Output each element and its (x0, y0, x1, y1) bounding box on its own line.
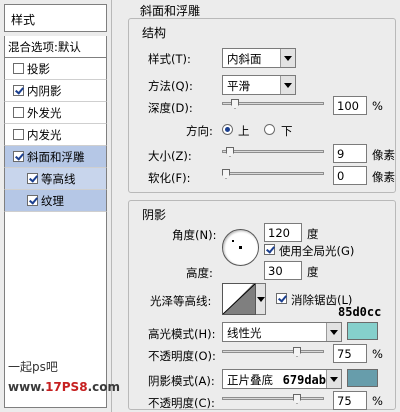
highlight-opacity-unit: % (372, 347, 383, 361)
shadow-opacity-unit: % (372, 394, 383, 408)
depth-slider[interactable] (222, 99, 324, 109)
shadow-color-hex: 679dab (282, 373, 327, 387)
soften-label: 软化(F): (148, 171, 191, 185)
style-item-outer-glow[interactable]: 外发光 (4, 102, 107, 124)
style-item-inner-glow[interactable]: 内发光 (4, 124, 107, 146)
soften-slider[interactable] (222, 169, 324, 179)
direction-down-label: 下 (281, 124, 293, 138)
style-item-label: 内发光 (27, 127, 62, 142)
direction-down-radio[interactable] (264, 124, 275, 135)
contour-checkbox[interactable] (27, 173, 38, 184)
highlight-color-swatch[interactable] (347, 322, 378, 340)
blending-options-item[interactable]: 混合选项:默认 (4, 36, 107, 58)
global-light-checkbox[interactable] (264, 244, 275, 255)
soften-input[interactable]: 0 (333, 166, 367, 185)
highlight-mode-label: 高光模式(H): (148, 327, 216, 341)
shadow-opacity-slider[interactable] (222, 394, 324, 404)
style-label: 样式(T): (148, 52, 191, 66)
depth-input[interactable]: 100 (333, 96, 367, 115)
styles-list-empty-area (4, 212, 107, 408)
gloss-contour-preview[interactable] (222, 283, 256, 315)
altitude-unit: 度 (307, 265, 319, 279)
angle-label: 角度(N): (172, 228, 217, 242)
style-select[interactable]: 内斜面 (222, 48, 296, 68)
highlight-mode-value: 线性光 (227, 326, 262, 340)
outer-glow-checkbox[interactable] (13, 107, 24, 118)
size-slider[interactable] (222, 147, 324, 157)
chevron-down-icon (326, 323, 341, 341)
style-item-label: 纹理 (41, 193, 64, 208)
slider-thumb[interactable] (293, 347, 301, 357)
depth-unit: % (372, 99, 383, 113)
highlight-color-hex: 85d0cc (338, 305, 382, 319)
shadow-opacity-input[interactable]: 75 (333, 391, 367, 410)
bevel-emboss-title: 斜面和浮雕 (140, 4, 201, 18)
styles-list-panel: 样式 混合选项:默认 投影 内阴影 外发光 内发光 斜面和浮雕 等高线 纹理 一… (0, 0, 120, 412)
style-item-bevel-emboss[interactable]: 斜面和浮雕 (4, 146, 107, 168)
style-item-contour[interactable]: 等高线 (4, 168, 107, 190)
soften-unit: 像素 (372, 170, 395, 184)
highlight-opacity-label: 不透明度(O): (148, 349, 216, 363)
slider-thumb[interactable] (293, 394, 301, 404)
depth-label: 深度(D): (148, 101, 193, 115)
slider-track (222, 172, 324, 175)
direction-label: 方向: (186, 124, 213, 138)
contour-curve-icon (222, 283, 256, 315)
altitude-label: 高度: (186, 266, 213, 280)
watermark-text: 一起ps吧 (8, 360, 58, 374)
size-input[interactable]: 9 (333, 144, 367, 163)
shadow-mode-select[interactable]: 正片叠底 679dab (222, 369, 342, 389)
style-item-inner-shadow[interactable]: 内阴影 (4, 80, 107, 102)
highlight-opacity-slider[interactable] (222, 347, 324, 357)
angle-input[interactable]: 120 (264, 223, 302, 242)
shadow-color-swatch[interactable] (347, 369, 378, 387)
style-item-label: 外发光 (27, 105, 62, 120)
size-label: 大小(Z): (148, 149, 192, 163)
style-item-texture[interactable]: 纹理 (4, 190, 107, 212)
slider-thumb[interactable] (226, 147, 234, 157)
slider-track (222, 150, 324, 153)
shadow-mode-value: 正片叠底 (227, 373, 273, 387)
gloss-contour-dropdown[interactable] (256, 283, 266, 315)
chevron-down-icon (326, 370, 341, 388)
structure-title: 结构 (142, 26, 167, 40)
shadow-mode-label: 阴影模式(A): (148, 374, 215, 388)
inner-glow-checkbox[interactable] (13, 129, 24, 140)
altitude-input[interactable]: 30 (264, 261, 302, 280)
shading-title: 阴影 (142, 208, 167, 222)
angle-indicator-icon (232, 240, 234, 242)
style-item-label: 内阴影 (27, 83, 62, 98)
direction-up-radio[interactable] (222, 124, 233, 135)
slider-track (222, 397, 324, 400)
chevron-down-icon (280, 76, 295, 94)
method-select[interactable]: 平滑 (222, 75, 296, 95)
gloss-contour-label: 光泽等高线: (150, 294, 212, 308)
chevron-down-icon (280, 49, 295, 67)
size-unit: 像素 (372, 148, 395, 162)
styles-header[interactable]: 样式 (4, 4, 107, 32)
style-item-label: 投影 (27, 61, 50, 76)
style-item-label: 斜面和浮雕 (27, 149, 85, 164)
style-item-drop-shadow[interactable]: 投影 (4, 58, 107, 80)
shadow-opacity-label: 不透明度(C): (148, 396, 215, 410)
angle-dial[interactable] (222, 229, 259, 266)
drop-shadow-checkbox[interactable] (13, 63, 24, 74)
slider-thumb[interactable] (231, 99, 239, 109)
style-item-label: 等高线 (41, 171, 76, 186)
method-label: 方法(Q): (148, 79, 193, 93)
global-light-label: 使用全局光(G) (279, 244, 355, 258)
method-select-value: 平滑 (227, 79, 250, 93)
watermark-url: www.17PS8.com (8, 380, 120, 394)
texture-checkbox[interactable] (27, 195, 38, 206)
inner-shadow-checkbox[interactable] (13, 85, 24, 96)
direction-up-label: 上 (238, 124, 250, 138)
highlight-opacity-input[interactable]: 75 (333, 344, 367, 363)
slider-track (222, 350, 324, 353)
highlight-mode-select[interactable]: 线性光 (222, 322, 342, 342)
anti-alias-checkbox[interactable] (276, 293, 287, 304)
slider-thumb[interactable] (222, 169, 230, 179)
bevel-emboss-checkbox[interactable] (13, 151, 24, 162)
style-select-value: 内斜面 (227, 52, 262, 66)
angle-unit: 度 (307, 227, 319, 241)
